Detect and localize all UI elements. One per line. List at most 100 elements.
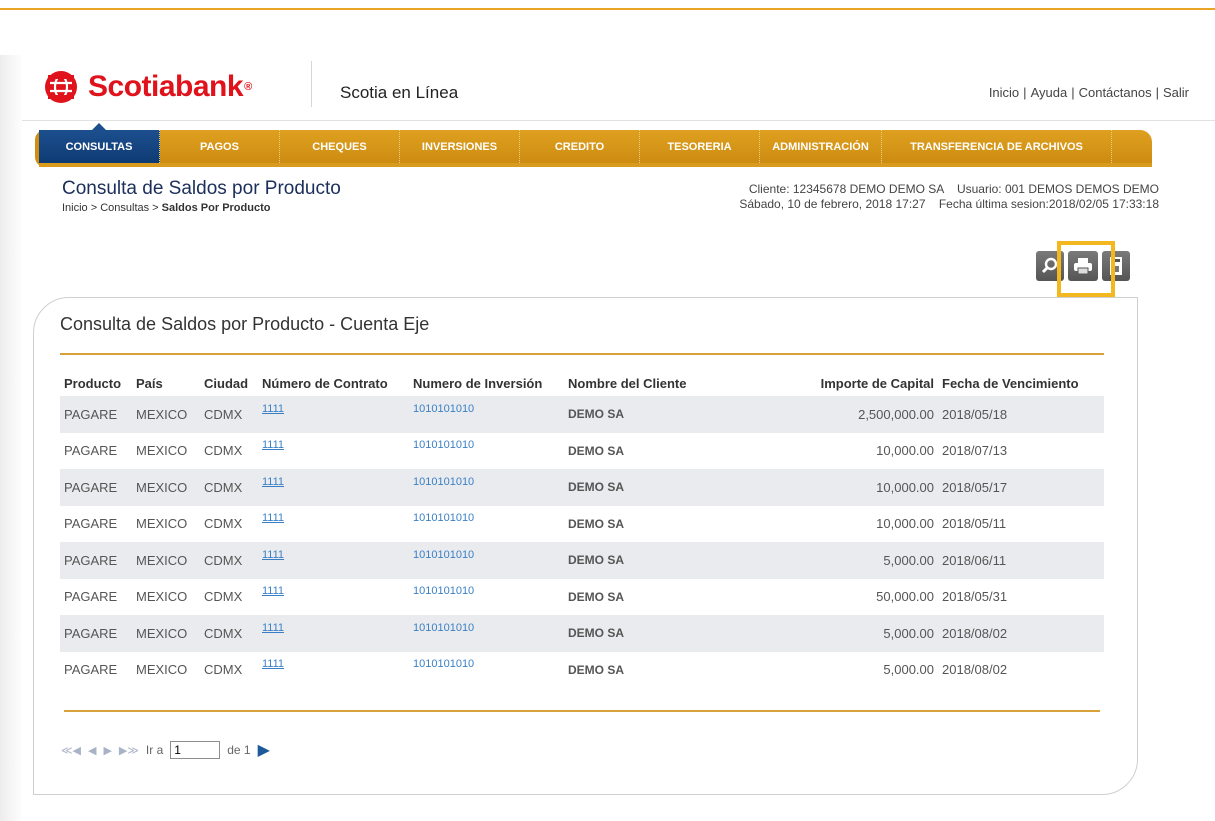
cell-producto: PAGARE [64,443,118,459]
cell-nombre-cliente: DEMO SA [564,469,764,506]
cell-pais: MEXICO [136,516,188,532]
next-page-small-icon[interactable]: ▶ [103,744,111,757]
table-row: PAGARE MEXICO CDMX 1111 1010101010 DEMO SA 5,0… [60,652,1104,689]
col-pais[interactable]: País [132,370,200,396]
cell-ciudad: CDMX [200,615,258,652]
table-row: PAGARE MEXICO CDMX 1111 1010101010 DEMO SA 10,… [60,506,1104,543]
nav-tab-cheques[interactable]: CHEQUES [280,130,400,163]
contract-link[interactable]: 1111 [262,439,284,451]
cell-numero-inversion: 1010101010 [409,433,564,470]
link-contactanos[interactable]: Contáctanos [1079,85,1152,100]
contract-link[interactable]: 1111 [262,622,284,634]
globe-icon [44,70,78,104]
nav-tab-consultas[interactable]: CONSULTAS [39,123,160,163]
session-info: Cliente: 12345678 DEMO DEMO SA Usuario: … [739,182,1159,212]
cell-nombre-cliente: DEMO SA [564,396,764,433]
cell-numero-inversion: 1010101010 [409,506,564,543]
cell-numero-contrato: 1111 [258,579,409,616]
col-numero-contrato[interactable]: Número de Contrato [258,370,409,396]
contract-link[interactable]: 1111 [262,476,284,488]
first-page-icon[interactable]: ≪◀ [61,744,81,757]
col-numero-inversion[interactable]: Numero de Inversión [409,370,564,396]
client-line: Cliente: 12345678 DEMO DEMO SA Usuario: … [748,182,1159,196]
last-page-icon[interactable]: ▶≫ [119,744,139,757]
investment-number: 1010101010 [413,585,475,598]
link-inicio[interactable]: Inicio [989,85,1019,100]
brand-reg-mark: ® [244,81,253,93]
cell-nombre-cliente: DEMO SA [568,662,625,677]
cell-fecha-vencimiento: 2018/05/18 [938,396,1104,433]
prev-page-icon[interactable]: ◀ [88,744,96,757]
cell-ciudad: CDMX [204,662,243,678]
cell-pais: MEXICO [136,589,188,605]
cell-producto: PAGARE [60,615,132,652]
investment-number: 1010101010 [413,658,475,671]
cell-numero-inversion: 1010101010 [409,579,564,616]
contract-link[interactable]: 1111 [262,403,284,415]
link-separator: | [1071,85,1075,100]
nav-tab-pagos[interactable]: PAGOS [160,130,280,163]
cell-pais: MEXICO [132,396,200,433]
results-table: Producto País Ciudad Número de Contrato … [60,370,1104,688]
contract-link[interactable]: 1111 [262,585,284,597]
header-divider [311,61,312,107]
cell-ciudad: CDMX [200,396,258,433]
next-page-icon[interactable]: ▶ [258,740,270,760]
cell-importe-capital: 10,000.00 [764,469,938,506]
table-row: PAGARE MEXICO CDMX 1111 1010101010 DEMO SA 10,… [60,433,1104,470]
cell-numero-contrato: 1111 [258,652,409,689]
page-title: Consulta de Saldos por Producto [62,178,341,199]
cell-pais: MEXICO [132,542,200,579]
contract-link[interactable]: 1111 [262,549,284,561]
investment-number: 1010101010 [413,512,475,525]
app-name: Scotia en Línea [340,83,459,102]
print-highlight [1057,241,1115,297]
page: Scotiabank ® Scotia en Línea Inicio | Ayu… [22,55,1215,821]
nav-tab-tesoreria[interactable]: TESORERIA [640,130,760,163]
cell-numero-inversion: 1010101010 [409,542,564,579]
investment-number: 1010101010 [413,475,475,488]
cell-nombre-cliente: DEMO SA [564,542,764,579]
breadcrumb-path[interactable]: Inicio > Consultas > [62,202,162,214]
page-shadow [0,55,24,821]
investment-number: 1010101010 [413,402,475,415]
page-number-input[interactable] [170,741,221,759]
col-nombre-cliente[interactable]: Nombre del Cliente [564,370,764,396]
col-importe-capital[interactable]: Importe de Capital [764,370,938,396]
panel-title: Consulta de Saldos por Producto - Cuenta… [60,314,430,334]
brand-logo[interactable]: Scotiabank ® [44,69,252,105]
page-count-label: de 1 [227,743,251,757]
nav-tab-credito[interactable]: CREDITO [520,130,640,163]
cell-fecha-vencimiento: 2018/06/11 [938,542,1104,579]
table-row: PAGARE MEXICO CDMX 1111 1010101010 DEMO SA 5,0… [60,542,1104,579]
cell-ciudad: CDMX [204,443,243,459]
cell-importe-capital: 5,000.00 [883,662,934,678]
col-fecha-vencimiento[interactable]: Fecha de Vencimiento [938,370,1104,396]
investment-number: 1010101010 [413,548,475,561]
cell-producto: PAGARE [64,516,118,532]
link-separator: | [1155,85,1159,100]
link-salir[interactable]: Salir [1163,85,1189,100]
cell-fecha-vencimiento: 2018/08/02 [938,615,1104,652]
col-producto[interactable]: Producto [60,370,132,396]
contract-link[interactable]: 1111 [262,512,284,524]
cell-numero-inversion: 1010101010 [409,652,564,689]
cell-fecha-vencimiento: 2018/05/31 [942,589,1008,605]
table-row: PAGARE MEXICO CDMX 1111 1010101010 DEMO SA 10,… [60,469,1104,506]
cell-fecha-vencimiento: 2018/05/17 [938,469,1104,506]
cell-numero-inversion: 1010101010 [409,615,564,652]
cell-importe-capital: 5,000.00 [764,615,938,652]
cell-nombre-cliente: DEMO SA [568,443,625,458]
link-ayuda[interactable]: Ayuda [1031,85,1068,100]
nav-tab-transferencia[interactable]: TRANSFERENCIA DE ARCHIVOS [882,130,1112,163]
nav-tab-administracion[interactable]: ADMINISTRACIÓN [760,130,882,163]
col-ciudad[interactable]: Ciudad [200,370,258,396]
table-header-row: Producto País Ciudad Número de Contrato … [60,370,1104,396]
cell-numero-contrato: 1111 [258,469,409,506]
table-row: PAGARE MEXICO CDMX 1111 1010101010 DEMO SA 50,… [60,579,1104,616]
link-separator: | [1023,85,1027,100]
contract-link[interactable]: 1111 [262,658,284,670]
cell-ciudad: CDMX [200,469,258,506]
cell-numero-inversion: 1010101010 [409,469,564,506]
nav-tab-inversiones[interactable]: INVERSIONES [400,130,520,163]
